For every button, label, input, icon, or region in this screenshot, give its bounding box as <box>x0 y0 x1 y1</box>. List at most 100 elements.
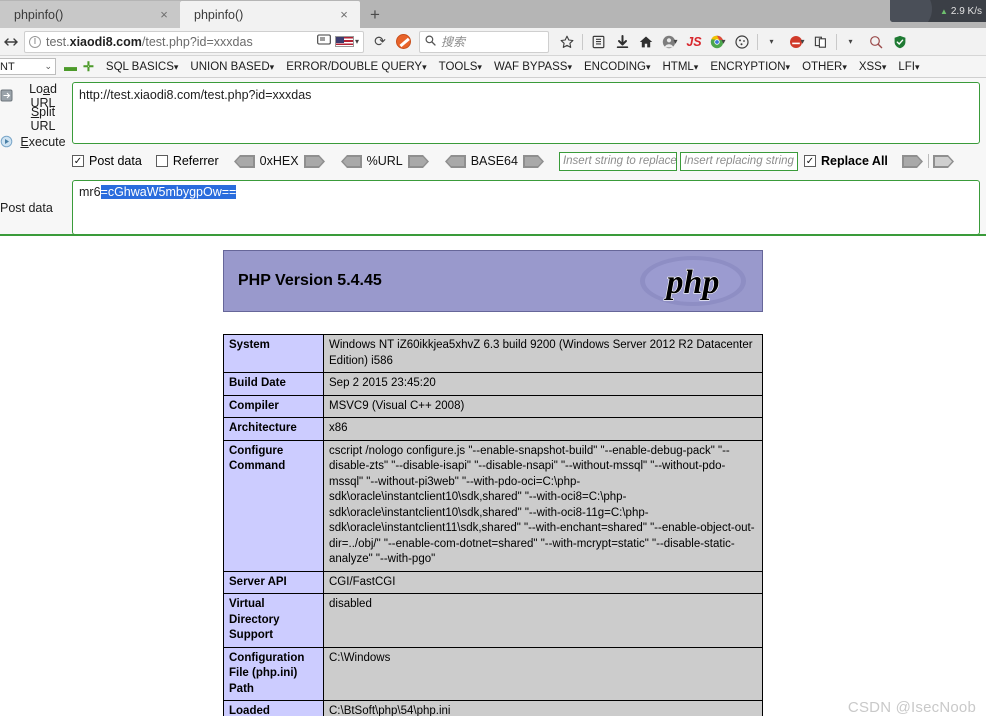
hackbar-url-textarea[interactable]: http://test.xiaodi8.com/test.php?id=xxxd… <box>72 82 980 144</box>
row-value: C:\Windows <box>323 646 763 702</box>
menu-tools[interactable]: TOOLS▾ <box>439 61 482 73</box>
chevron-down-icon[interactable]: ▾ <box>355 37 359 46</box>
post-data-checkbox[interactable]: ✓ Post data <box>72 154 142 168</box>
replace-with-input[interactable]: Insert replacing string <box>679 151 798 171</box>
menu-waf-bypass[interactable]: WAF BYPASS▾ <box>494 61 572 73</box>
replace-revert-arrow-icon[interactable] <box>932 154 955 168</box>
row-value: MSVC9 (Visual C++ 2008) <box>323 394 763 419</box>
decode-arrow-icon[interactable] <box>233 154 255 168</box>
us-flag-icon[interactable] <box>334 36 354 47</box>
encode-arrow-icon[interactable] <box>522 154 545 168</box>
tab-title: phpinfo() <box>14 7 64 22</box>
hex-encoder-group: 0xHEX <box>233 154 326 168</box>
row-key: System <box>223 333 324 374</box>
cookie-icon[interactable] <box>730 30 754 54</box>
referrer-checkbox[interactable]: Referrer <box>155 154 219 168</box>
menu-lfi[interactable]: LFI▾ <box>898 61 919 73</box>
download-icon[interactable] <box>610 30 634 54</box>
menu-other[interactable]: OTHER▾ <box>802 61 847 73</box>
menu-sql-basics[interactable]: SQL BASICS▾ <box>106 61 179 73</box>
row-key: Virtual Directory Support <box>223 593 324 648</box>
site-info-icon[interactable]: i <box>29 35 41 48</box>
decode-arrow-icon[interactable] <box>444 154 466 168</box>
hex-label: 0xHEX <box>259 154 299 168</box>
execute-icon <box>0 135 13 148</box>
post-data-key: mr6 <box>79 185 101 199</box>
execute-button[interactable]: Execute <box>0 130 72 153</box>
shield-icon[interactable] <box>888 30 912 54</box>
decode-arrow-icon[interactable] <box>340 154 362 168</box>
network-speed-widget[interactable]: ▲ 2.9 K/s <box>890 0 986 22</box>
collapse-icon[interactable]: ▬ <box>64 59 77 74</box>
menu-label: UNION BASED <box>190 60 270 73</box>
menu-xss[interactable]: XSS▾ <box>859 61 887 73</box>
expand-icon[interactable]: ✛ <box>83 59 94 75</box>
new-tab-button[interactable]: + <box>360 1 390 28</box>
encode-arrow-icon[interactable] <box>407 154 430 168</box>
address-bar[interactable]: i test.xiaodi8.com/test.php?id=xxxdas ▾ <box>24 30 364 53</box>
home-icon[interactable] <box>634 30 658 54</box>
chevron-down-icon[interactable]: ▾ <box>673 37 677 46</box>
row-key: Configure Command <box>223 439 324 572</box>
menu-label: SQL BASICS <box>105 60 174 73</box>
menu-error-double-query[interactable]: ERROR/DOUBLE QUERY▾ <box>286 61 426 73</box>
account-icon[interactable]: ▾ <box>658 30 682 54</box>
close-icon[interactable]: × <box>156 7 172 22</box>
table-row: Configure Command cscript /nologo config… <box>223 439 763 572</box>
post-data-checkmark: ✓ <box>72 155 84 167</box>
chevron-down-icon[interactable]: ▾ <box>840 30 864 54</box>
chrome-frame-icon[interactable]: ▾ <box>706 30 730 54</box>
row-key: Compiler <box>223 394 324 419</box>
encode-arrow-icon[interactable] <box>303 154 326 168</box>
chevron-down-icon[interactable]: ▾ <box>721 37 725 46</box>
browser-tab-1[interactable]: phpinfo() × <box>0 1 180 28</box>
close-icon[interactable]: × <box>336 7 352 22</box>
menu-encoding[interactable]: ENCODING▾ <box>584 61 651 73</box>
table-row: Loaded Configuration File C:\BtSoft\php\… <box>223 700 763 716</box>
menu-union-based[interactable]: UNION BASED▾ <box>190 61 274 73</box>
phpinfo-table: System Windows NT iZ60ikkjea5xhvZ 6.3 bu… <box>223 333 763 716</box>
chevron-down-icon: ⌄ <box>44 61 52 71</box>
toolbar-divider <box>836 33 837 50</box>
replace-all-checkbox[interactable]: ✓ Replace All <box>803 154 888 168</box>
back-forward-icon[interactable] <box>0 30 22 54</box>
chevron-down-icon[interactable]: ▾ <box>800 37 804 46</box>
url-encoder-group: %URL <box>340 154 430 168</box>
adblock-icon[interactable]: ▾ <box>785 30 809 54</box>
hackbar-menu-bar: NT ⌄ ▬ ✛ SQL BASICS▾ UNION BASED▾ ERROR/… <box>0 56 986 78</box>
phpinfo-page: PHP Version 5.4.45 php System Windows NT… <box>0 236 986 716</box>
star-icon[interactable] <box>555 30 579 54</box>
row-key: Configuration File (php.ini) Path <box>223 646 324 702</box>
row-value: Windows NT iZ60ikkjea5xhvZ 6.3 build 920… <box>323 333 763 374</box>
browser-window: phpinfo() × phpinfo() × + i test.xiaodi8… <box>0 0 986 716</box>
split-url-button[interactable]: Split URL <box>0 105 72 133</box>
menu-encryption[interactable]: ENCRYPTION▾ <box>710 61 790 73</box>
post-data-textarea[interactable]: mr6=cGhwaW5mbygpOw== <box>72 180 980 235</box>
replace-apply-arrow-icon[interactable] <box>901 154 924 168</box>
load-url-icon <box>0 89 13 102</box>
menu-label: TOOLS <box>438 60 478 73</box>
copy-icon[interactable] <box>809 30 833 54</box>
execute-label: Execute <box>20 134 66 149</box>
replace-search-input[interactable]: Insert string to replace <box>558 151 677 171</box>
browser-tab-2[interactable]: phpinfo() × <box>180 1 360 28</box>
js-toggle-icon[interactable]: JS <box>682 30 706 54</box>
table-row: System Windows NT iZ60ikkjea5xhvZ 6.3 bu… <box>223 333 763 374</box>
hackbar-panel: Load URL Split URL Execute http://test.x… <box>0 78 986 236</box>
menu-label: OTHER <box>802 60 843 73</box>
reader-view-icon[interactable] <box>317 34 331 49</box>
search-input[interactable]: 搜索 <box>419 30 549 53</box>
hackbar-mode-value: NT <box>0 60 15 73</box>
row-value: CGI/FastCGI <box>323 570 763 595</box>
zoom-icon[interactable] <box>864 30 888 54</box>
hackbar-mode-select[interactable]: NT ⌄ <box>0 58 56 75</box>
library-icon[interactable] <box>586 30 610 54</box>
post-data-label: Post data <box>0 200 53 215</box>
blocker-icon[interactable] <box>396 34 411 49</box>
network-speed-value: 2.9 K/s <box>950 5 982 17</box>
menu-html[interactable]: HTML▾ <box>662 61 698 73</box>
reload-icon[interactable]: ⟳ <box>370 33 390 50</box>
table-row: Server API CGI/FastCGI <box>223 570 763 595</box>
chevron-down-icon[interactable]: ▾ <box>761 30 785 54</box>
address-bar-url: test.xiaodi8.com/test.php?id=xxxdas <box>46 34 253 49</box>
